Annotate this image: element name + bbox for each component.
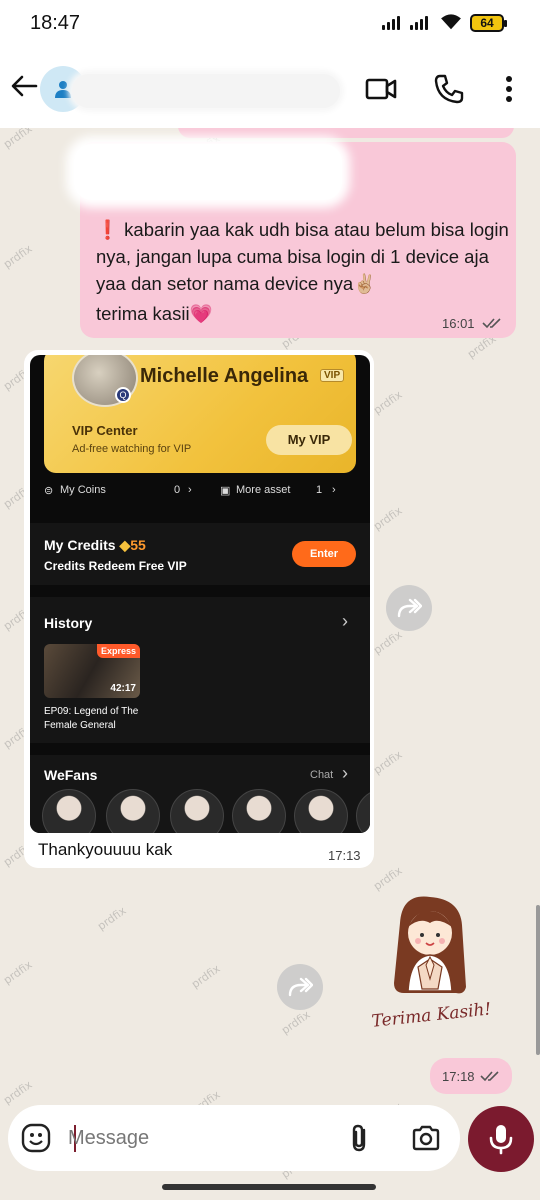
message-time: 17:18 [442, 1069, 475, 1084]
paperclip-icon[interactable] [344, 1122, 376, 1154]
my-vip-button: My VIP [266, 425, 352, 455]
credits-value: 55 [130, 537, 146, 553]
video-duration: 42:17 [110, 683, 136, 694]
scrollbar[interactable] [536, 905, 540, 1055]
sticker-time-chip: 17:18 [430, 1058, 512, 1094]
voice-record-button[interactable] [468, 1106, 534, 1172]
read-ticks-icon [482, 318, 501, 329]
message-line: yaa dan setor nama device nya✌🏼 [96, 273, 377, 294]
chevron-right-icon: › [332, 484, 336, 496]
message-caption: Thankyouuuu kak [38, 840, 173, 859]
my-coins-value: 0 [174, 484, 181, 496]
chevron-right-icon: › [188, 484, 192, 496]
badge-icon: Q [115, 387, 131, 403]
more-asset-value: 1 [316, 484, 323, 496]
camera-icon[interactable] [410, 1122, 442, 1154]
emoji-icon[interactable] [20, 1122, 52, 1154]
signal-icon [410, 16, 428, 30]
sticker-image[interactable]: Terima Kasih! [368, 895, 500, 1035]
sticker-text: Terima Kasih! [371, 999, 493, 1031]
arrow-left-icon[interactable] [8, 70, 40, 102]
vip-center-subtitle: Ad-free watching for VIP [72, 443, 192, 455]
message-line: nya, jangan lupa cuma bisa login di 1 de… [96, 246, 489, 267]
credits-section: My Credits ◆55 Credits Redeem Free VIP E… [30, 523, 370, 585]
message-input[interactable] [68, 1123, 328, 1153]
watermark: prdfix [371, 388, 405, 417]
chat-link: Chat [310, 769, 334, 781]
battery-icon: 64 [470, 14, 507, 32]
message-line: ❗ kabarin yaa kak udh bisa atau belum bi… [96, 219, 509, 240]
watermark: prdfix [371, 628, 405, 657]
message-line: terima kasii💗 [96, 303, 213, 324]
credits-title: My Credits ◆55 [44, 537, 146, 554]
watermark: prdfix [371, 864, 405, 893]
history-title: History [44, 615, 93, 631]
read-ticks-icon [480, 1071, 499, 1082]
watermark: prdfix [371, 748, 405, 777]
my-coins-label: My Coins [60, 484, 106, 496]
profile-name: Michelle Angelina [140, 365, 309, 387]
credits-subtitle: Credits Redeem Free VIP [44, 559, 187, 573]
credits-label: My Credits [44, 537, 116, 553]
enter-button: Enter [292, 541, 356, 567]
gesture-nav-bar[interactable] [162, 1184, 376, 1190]
status-bar: 18:47 64 [0, 0, 540, 48]
chevron-right-icon: › [342, 763, 348, 783]
forward-icon [397, 598, 422, 618]
message-bubble-outgoing[interactable]: ❗ kabarin yaa kak udh bisa atau belum bi… [74, 142, 516, 338]
vip-center-title: VIP Center [72, 423, 138, 438]
watermark: prdfix [95, 904, 129, 933]
message-time: 17:13 [328, 848, 361, 863]
redacted-text [74, 144, 342, 200]
watermark: prdfix [1, 1078, 35, 1107]
phone-icon[interactable] [432, 72, 466, 106]
status-time: 18:47 [30, 12, 81, 34]
episode-title: EP09: Legend of The Female General [44, 706, 139, 731]
wallet-icon: ▣ [220, 485, 231, 497]
watermark: prdfix [189, 962, 223, 991]
message-time: 16:01 [442, 316, 475, 331]
watermark: prdfix [279, 1008, 313, 1037]
person-icon [55, 81, 71, 98]
watermark: prdfix [1, 242, 35, 271]
signal-icon [382, 16, 400, 30]
wifi-icon [441, 14, 461, 30]
vip-card: Q Michelle Angelina VIP VIP Center Ad-fr… [44, 355, 356, 473]
more-vertical-icon[interactable] [492, 72, 526, 106]
forward-button[interactable] [386, 585, 432, 631]
image-attachment[interactable]: Q Michelle Angelina VIP VIP Center Ad-fr… [30, 355, 370, 833]
battery-level: 64 [480, 16, 494, 30]
video-camera-icon[interactable] [364, 72, 398, 106]
forward-button[interactable] [277, 964, 323, 1010]
coins-row: ⊜ My Coins 0 › ▣ More asset 1 › [44, 475, 356, 505]
watermark: prdfix [1, 958, 35, 987]
video-thumbnail: Express 42:17 [44, 644, 140, 698]
vip-badge: VIP [320, 369, 345, 382]
wefans-title: WeFans [44, 767, 98, 783]
diamond-icon: ◆ [119, 537, 131, 553]
express-badge: Express [96, 644, 140, 658]
chevron-right-icon: › [342, 611, 348, 631]
message-composer [8, 1105, 460, 1171]
watermark: prdfix [371, 504, 405, 533]
more-asset-label: More asset [236, 484, 291, 496]
contact-name-redacted[interactable] [72, 74, 340, 108]
coin-icon: ⊜ [44, 485, 54, 497]
chat-header [0, 48, 540, 128]
forward-icon [288, 977, 313, 997]
microphone-icon [489, 1125, 513, 1155]
